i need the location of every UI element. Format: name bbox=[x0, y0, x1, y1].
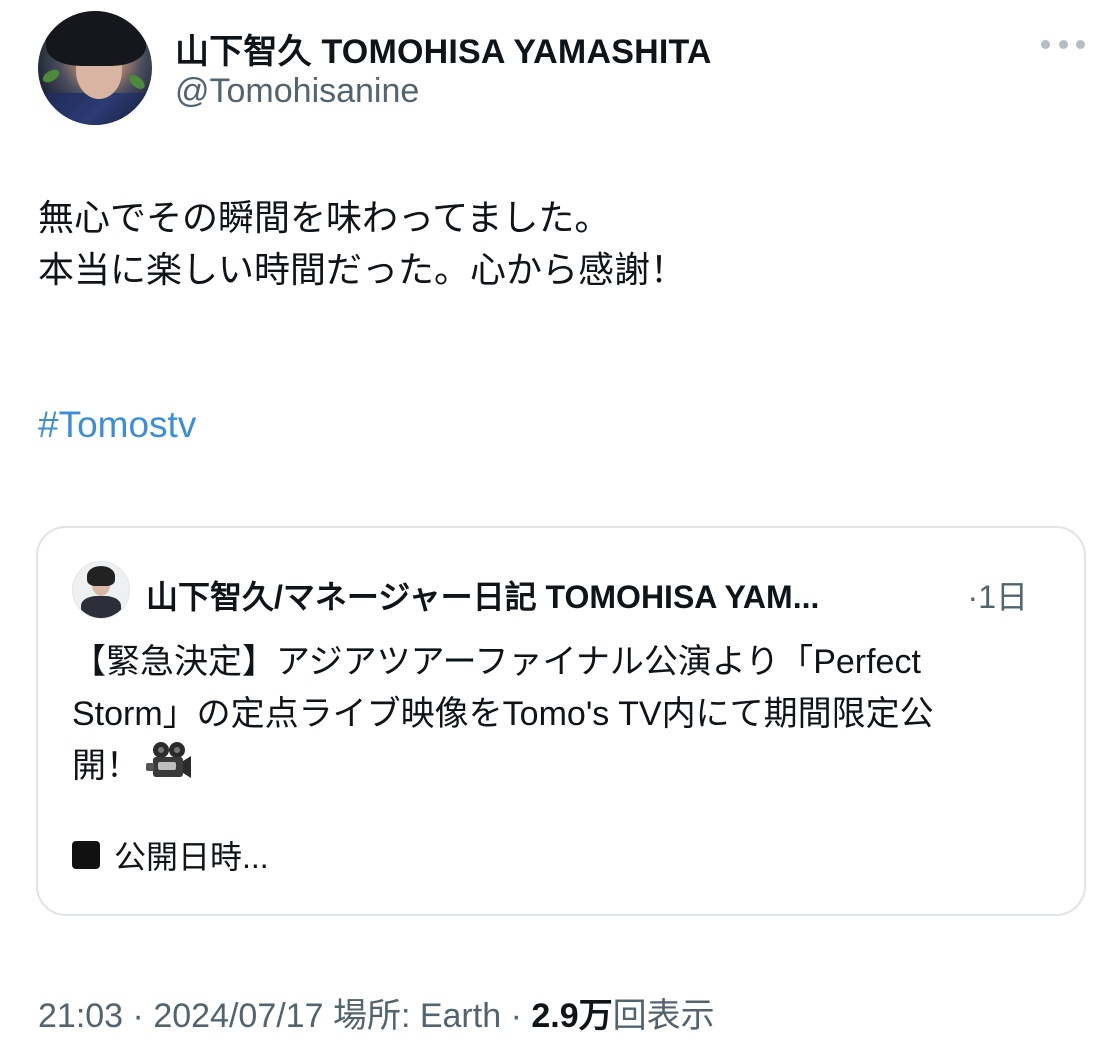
quoted-timestamp: ·1日 bbox=[967, 579, 1028, 615]
tweet-footer: 21:03 · 2024/07/17 場所: Earth · 2.9万回表示 bbox=[38, 988, 715, 1037]
more-options-icon[interactable] bbox=[1041, 34, 1085, 54]
avatar-hair bbox=[46, 11, 146, 66]
more-dot bbox=[1058, 39, 1068, 49]
movie-camera-icon bbox=[146, 742, 191, 778]
separator: · bbox=[510, 997, 522, 1035]
quoted-line: 開！ bbox=[72, 747, 140, 785]
more-dot bbox=[1076, 39, 1085, 49]
tweet-line: 無心でその瞬間を味わってました。 bbox=[38, 197, 611, 238]
quoted-line: Storm」の定点ライブ映像をTomo's TV内にて期間限定公 bbox=[72, 695, 934, 733]
quoted-line: 【緊急決定】アジアツアーファイナル公演より「Perfect bbox=[72, 643, 921, 681]
black-square-icon bbox=[72, 841, 100, 869]
quoted-line-with-icon: 開！ bbox=[72, 740, 1062, 792]
quoted-more-line: 公開日時... bbox=[72, 832, 269, 878]
tweet-text: 無心でその瞬間を味わってました。 本当に楽しい時間だった。心から感謝！ bbox=[38, 192, 686, 296]
quoted-more-text: 公開日時... bbox=[114, 839, 269, 875]
avatar-leaf bbox=[40, 67, 62, 85]
quoted-tweet-text: 【緊急決定】アジアツアーファイナル公演より「Perfect Storm」の定点ラ… bbox=[72, 636, 1062, 792]
quoted-tweet-card[interactable]: 山下智久/マネージャー日記 TOMOHISA YAM... ·1日 【緊急決定】… bbox=[36, 526, 1086, 916]
quoted-avatar-body bbox=[81, 596, 121, 618]
avatar-leaf bbox=[126, 72, 148, 92]
quoted-avatar-hair bbox=[87, 566, 115, 586]
quoted-author-avatar bbox=[72, 561, 130, 619]
views-count[interactable]: 2.9万 bbox=[531, 997, 612, 1035]
tweet-line: 本当に楽しい時間だった。心から感謝！ bbox=[38, 249, 687, 290]
separator: · bbox=[132, 997, 144, 1035]
tweet-time[interactable]: 21:03 bbox=[38, 997, 123, 1035]
hashtag-link[interactable]: #Tomostv bbox=[38, 404, 196, 446]
views-label: 回表示 bbox=[612, 997, 715, 1035]
author-handle[interactable]: @Tomohisanine bbox=[175, 72, 419, 111]
author-avatar[interactable] bbox=[38, 11, 152, 125]
quoted-author-name: 山下智久/マネージャー日記 TOMOHISA YAM... bbox=[146, 579, 820, 615]
more-dot bbox=[1041, 39, 1050, 49]
author-display-name[interactable]: 山下智久 TOMOHISA YAMASHITA bbox=[175, 24, 712, 73]
tweet-location: 場所: Earth bbox=[332, 997, 502, 1035]
tweet-date[interactable]: 2024/07/17 bbox=[153, 997, 323, 1035]
